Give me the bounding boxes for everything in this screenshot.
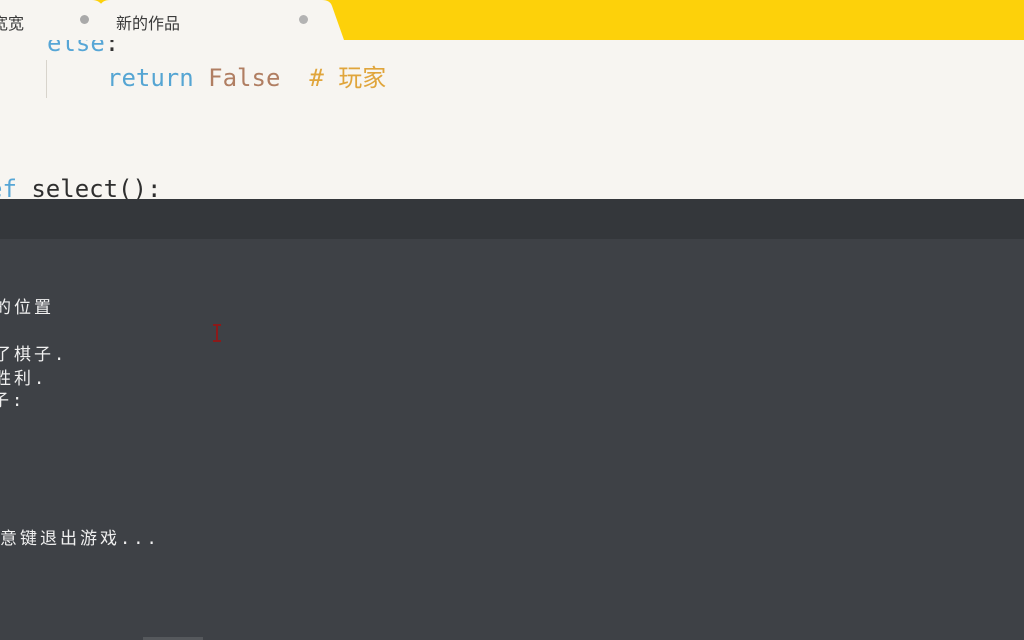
code-line-def: ef select(): — [0, 174, 161, 199]
text-cursor-icon — [213, 324, 221, 342]
terminal-line: 意键退出游戏... — [0, 529, 160, 549]
tab-bar: 宽宽 新的作品 — [0, 0, 1024, 40]
tab-1-label: 宽宽 — [0, 14, 25, 33]
indent-guide — [46, 60, 47, 98]
tab-close-icon[interactable] — [299, 15, 308, 24]
punct-colon: : — [104, 40, 120, 57]
terminal-line: 子: — [0, 391, 26, 411]
terminal-line: 了棋子. — [0, 345, 68, 365]
keyword-else: else — [47, 40, 105, 57]
keyword-def: ef — [0, 175, 17, 199]
terminal-line: 的位置 — [0, 298, 54, 318]
def-rest: select(): — [16, 175, 162, 199]
code-line-return: return False # 玩家 — [107, 63, 386, 93]
tab-2[interactable]: 新的作品 — [88, 0, 344, 40]
window: 宽宽 新的作品 else: return False # 玩家 ef selec… — [0, 0, 1024, 640]
code-comment: # 玩家 — [309, 64, 387, 92]
code-editor[interactable]: else: return False # 玩家 ef select(): — [0, 40, 1024, 199]
tab-2-label: 新的作品 — [116, 14, 181, 33]
code-line-else: else: — [47, 40, 119, 58]
literal-false: False — [208, 64, 281, 92]
terminal-header — [0, 199, 1024, 239]
keyword-return: return — [107, 64, 194, 92]
terminal-output[interactable]: 的位置 了棋子. 胜利. 子: 意键退出游戏... — [0, 239, 1024, 640]
